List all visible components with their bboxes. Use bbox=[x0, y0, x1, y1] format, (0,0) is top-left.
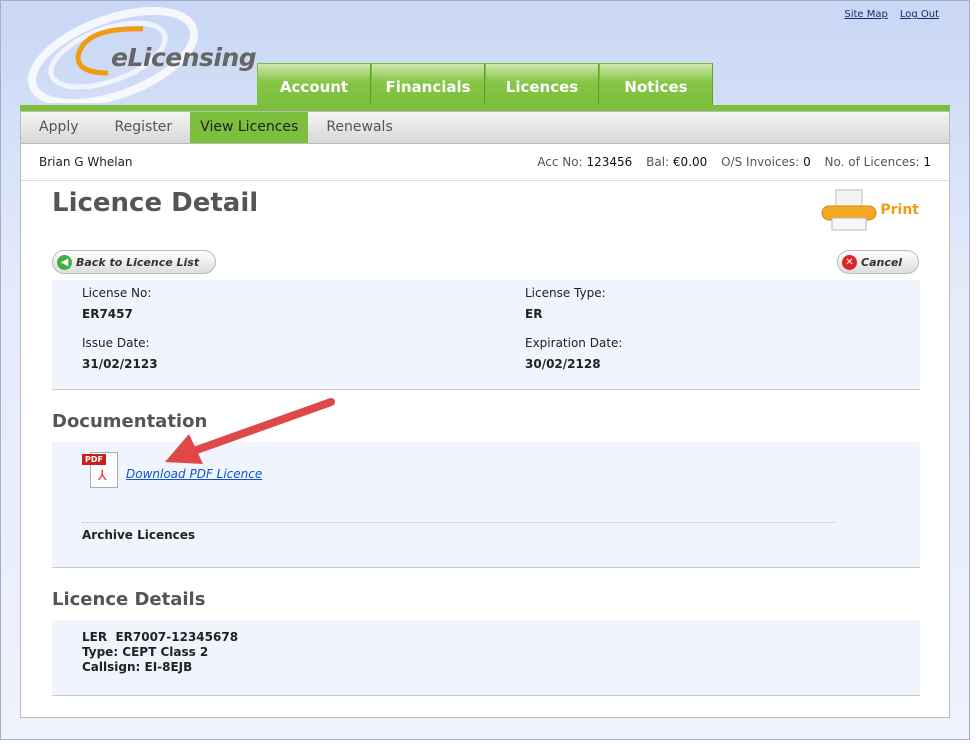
tab-licences[interactable]: Licences bbox=[485, 63, 599, 105]
licence-type-class: Type: CEPT Class 2 bbox=[82, 645, 209, 659]
user-name: Brian G Whelan bbox=[39, 155, 133, 169]
license-type-value: ER bbox=[525, 307, 543, 321]
back-to-licence-list-button[interactable]: ◀ Back to Licence List bbox=[52, 250, 216, 274]
acc-value: 123456 bbox=[586, 155, 633, 169]
cancel-x-icon: ✕ bbox=[842, 254, 857, 270]
licences-label: No. of Licences: bbox=[824, 155, 920, 169]
pdf-label: PDF bbox=[82, 454, 106, 465]
archive-licences: Archive Licences bbox=[82, 528, 196, 542]
sub-navigation: Apply Register View Licences Renewals bbox=[20, 111, 950, 144]
account-bar: Brian G Whelan Acc No: 123456 Bal: €0.00… bbox=[21, 144, 949, 181]
license-type-label: License Type: bbox=[525, 286, 606, 300]
tab-financials[interactable]: Financials bbox=[371, 63, 485, 105]
print-label: Print bbox=[880, 202, 919, 218]
licence-summary-panel: License No: ER7457 License Type: ER Issue … bbox=[52, 280, 920, 390]
elicensing-logo[interactable]: eLicensing bbox=[23, 6, 263, 108]
print-button[interactable]: Print bbox=[820, 188, 919, 232]
acc-label: Acc No: bbox=[537, 155, 583, 169]
cancel-button[interactable]: ✕ Cancel bbox=[837, 250, 919, 274]
bal-value: €0.00 bbox=[672, 155, 708, 169]
subnav-apply[interactable]: Apply bbox=[21, 112, 97, 143]
pdf-file-icon: PDF ⅄ bbox=[82, 448, 120, 488]
page-title: Licence Detail bbox=[52, 188, 259, 218]
tab-notices[interactable]: Notices bbox=[599, 63, 713, 105]
subnav-register[interactable]: Register bbox=[97, 112, 191, 143]
subnav-view-licences[interactable]: View Licences bbox=[190, 112, 309, 143]
cancel-label: Cancel bbox=[861, 255, 903, 269]
tab-account[interactable]: Account bbox=[257, 63, 371, 105]
invoices-label: O/S Invoices: bbox=[721, 155, 800, 169]
issue-date-value: 31/02/2123 bbox=[82, 357, 158, 371]
subnav-renewals[interactable]: Renewals bbox=[308, 112, 410, 143]
printer-icon bbox=[821, 189, 877, 231]
back-label: Back to Licence List bbox=[76, 255, 200, 269]
browser-page: eLicensing Site Map Log Out Account Finan… bbox=[0, 0, 970, 740]
expiry-date-value: 30/02/2128 bbox=[525, 357, 601, 371]
callsign: Callsign: EI-8EJB bbox=[82, 660, 193, 674]
licences-value: 1 bbox=[923, 155, 931, 169]
license-no-label: License No: bbox=[82, 286, 152, 300]
log-out-link[interactable]: Log Out bbox=[900, 9, 939, 20]
invoices-value: 0 bbox=[803, 155, 811, 169]
site-map-link[interactable]: Site Map bbox=[844, 9, 887, 20]
back-arrow-icon: ◀ bbox=[57, 254, 72, 270]
licence-details-panel: LER ER7007-12345678 Type: CEPT Class 2 Cal… bbox=[52, 620, 920, 696]
license-no-value: ER7457 bbox=[82, 307, 133, 321]
bal-label: Bal: bbox=[646, 155, 670, 169]
expiry-date-label: Expiration Date: bbox=[525, 336, 623, 350]
licence-details-heading: Licence Details bbox=[52, 589, 206, 610]
licence-ref: LER ER7007-12345678 bbox=[82, 630, 239, 644]
issue-date-label: Issue Date: bbox=[82, 336, 150, 350]
annotation-arrow-icon bbox=[165, 398, 335, 464]
divider bbox=[82, 522, 836, 523]
